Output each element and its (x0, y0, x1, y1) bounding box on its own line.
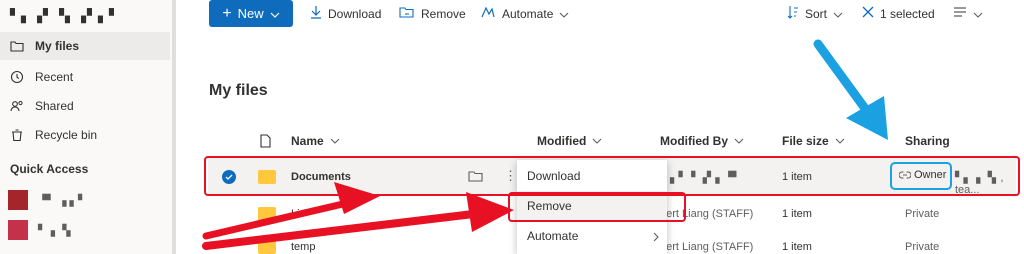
annotation-arrows (202, 39, 888, 250)
annotation-arrow-blue (813, 39, 888, 140)
